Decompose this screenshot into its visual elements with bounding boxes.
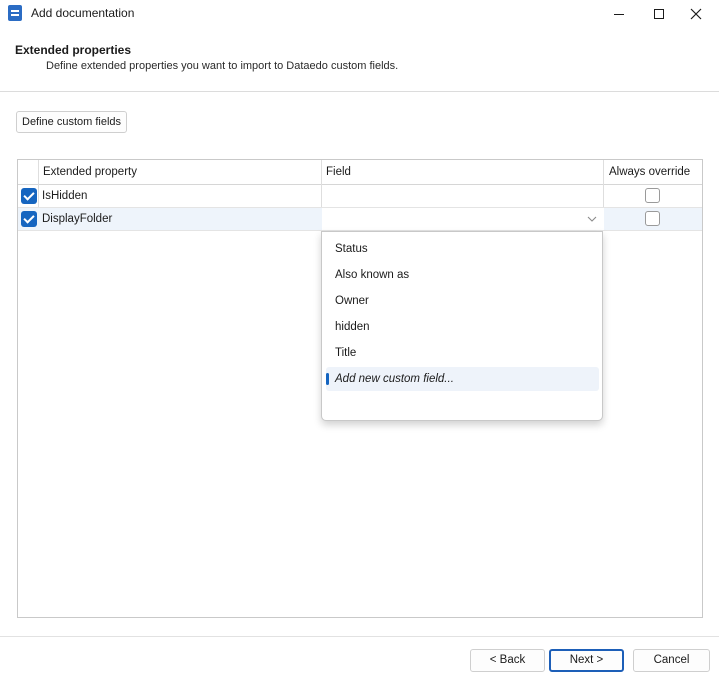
dataedo-app-icon xyxy=(8,5,22,21)
field-combobox-value xyxy=(322,208,572,230)
wizard-header: Extended properties Define extended prop… xyxy=(0,28,719,92)
chevron-down-icon xyxy=(587,216,597,222)
field-combobox[interactable] xyxy=(322,208,604,230)
close-icon xyxy=(690,8,702,20)
back-button[interactable]: < Back xyxy=(470,649,545,672)
column-header-field[interactable]: Field xyxy=(321,160,603,185)
extended-property-cell: IsHidden xyxy=(42,190,88,202)
footer-divider xyxy=(0,636,719,637)
maximize-icon xyxy=(654,9,664,19)
row-select-checkbox[interactable] xyxy=(21,188,37,204)
dropdown-option[interactable]: hidden xyxy=(326,315,599,339)
next-button[interactable]: Next > xyxy=(549,649,624,672)
column-header-extended-property[interactable]: Extended property xyxy=(38,160,321,185)
field-cell[interactable] xyxy=(321,185,603,207)
table-row[interactable]: DisplayFolder xyxy=(18,208,702,231)
table-row[interactable]: IsHidden xyxy=(18,185,702,208)
column-header-always-override[interactable]: Always override xyxy=(604,160,702,185)
field-dropdown-list: Status Also known as Owner hidden Title … xyxy=(321,231,603,421)
dropdown-button[interactable] xyxy=(584,211,600,227)
window-title: Add documentation xyxy=(31,6,135,20)
close-button[interactable] xyxy=(673,0,719,28)
grid-header: Extended property Field Always override xyxy=(18,160,702,185)
add-new-custom-field-option[interactable]: Add new custom field... xyxy=(326,367,599,391)
define-custom-fields-button[interactable]: Define custom fields xyxy=(16,111,128,133)
extended-property-cell: DisplayFolder xyxy=(42,213,113,225)
minimize-icon xyxy=(614,13,624,15)
row-select-checkbox[interactable] xyxy=(21,211,37,227)
cancel-button[interactable]: Cancel xyxy=(633,649,710,672)
title-bar: Add documentation xyxy=(0,0,719,28)
always-override-checkbox[interactable] xyxy=(645,211,660,226)
dropdown-option[interactable]: Owner xyxy=(326,289,599,313)
dropdown-option[interactable]: Also known as xyxy=(326,263,599,287)
page-title: Extended properties xyxy=(15,43,132,57)
always-override-checkbox[interactable] xyxy=(645,188,660,203)
dropdown-option[interactable]: Status xyxy=(326,237,599,261)
page-subtitle: Define extended properties you want to i… xyxy=(46,60,399,72)
dropdown-option[interactable]: Title xyxy=(326,341,599,365)
